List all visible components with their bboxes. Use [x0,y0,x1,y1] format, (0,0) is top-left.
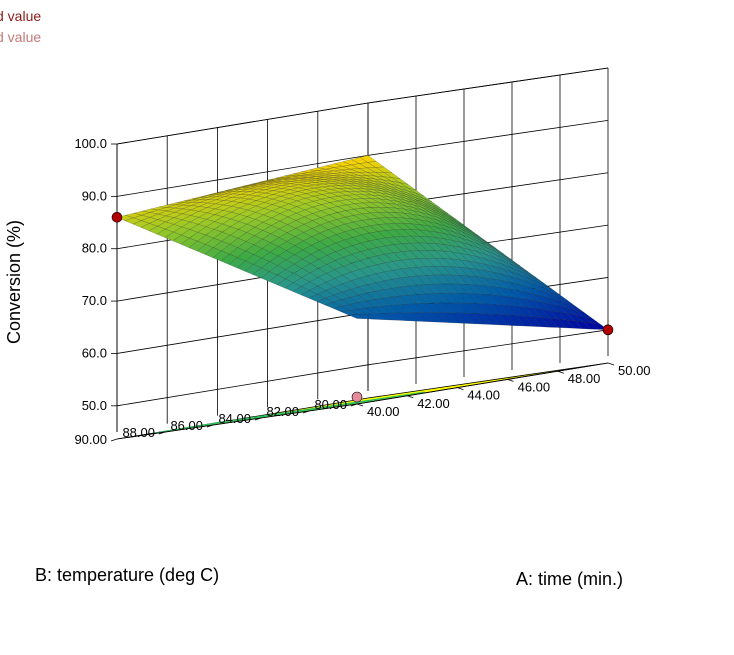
x-tick-mark [457,387,464,390]
z-tick-label: 60.0 [82,345,107,360]
legend-entry-1: d value [0,8,41,24]
y-tick-label: 80.00 [314,397,347,412]
y-tick-mark [110,438,118,442]
x-axis-title: A: time (min.) [516,569,623,589]
x-tick-mark [356,403,364,407]
z-tick-label: 100.0 [74,136,107,151]
design-point [111,212,123,223]
response-surface-chart: 50.0 60.0 70.0 80.0 90.0 100.0 80.00 82.00 84.00… [0,8,651,589]
y-tick-label: 82.00 [266,404,299,419]
y-tick-label: 86.00 [170,418,203,433]
legend: d value d value [0,8,41,45]
legend-entry-2: d value [0,29,41,45]
y-tick-label: 84.00 [218,411,251,426]
y-tick-label: 90.00 [74,432,107,447]
z-tick-label: 50.0 [82,398,107,413]
x-tick-mark [407,395,414,399]
grid-line [367,119,609,156]
grid-line [116,312,369,354]
grid-line [367,67,609,104]
response-surface [116,155,609,330]
y-axis-title: B: temperature (deg C) [35,565,219,585]
z-tick-label: 90.0 [82,188,107,203]
design-point [602,324,614,336]
design-point [351,391,363,403]
x-tick-label: 48.00 [568,371,601,386]
z-tick-label: 70.0 [82,293,107,308]
grid-line [367,329,609,366]
x-tick-label: 42.00 [417,396,450,411]
x-tick-mark [557,370,564,374]
x-tick-label: 50.00 [618,363,651,378]
z-axis-title: Conversion (%) [4,220,24,344]
grid-line [116,102,369,145]
x-tick-mark [507,379,514,382]
x-tick-label: 40.00 [367,404,400,419]
x-tick-label: 46.00 [518,379,551,394]
x-tick-mark [607,362,615,366]
y-tick-label: 88.00 [122,425,155,440]
x-tick-label: 44.00 [467,388,500,403]
z-tick-label: 80.0 [82,241,107,256]
